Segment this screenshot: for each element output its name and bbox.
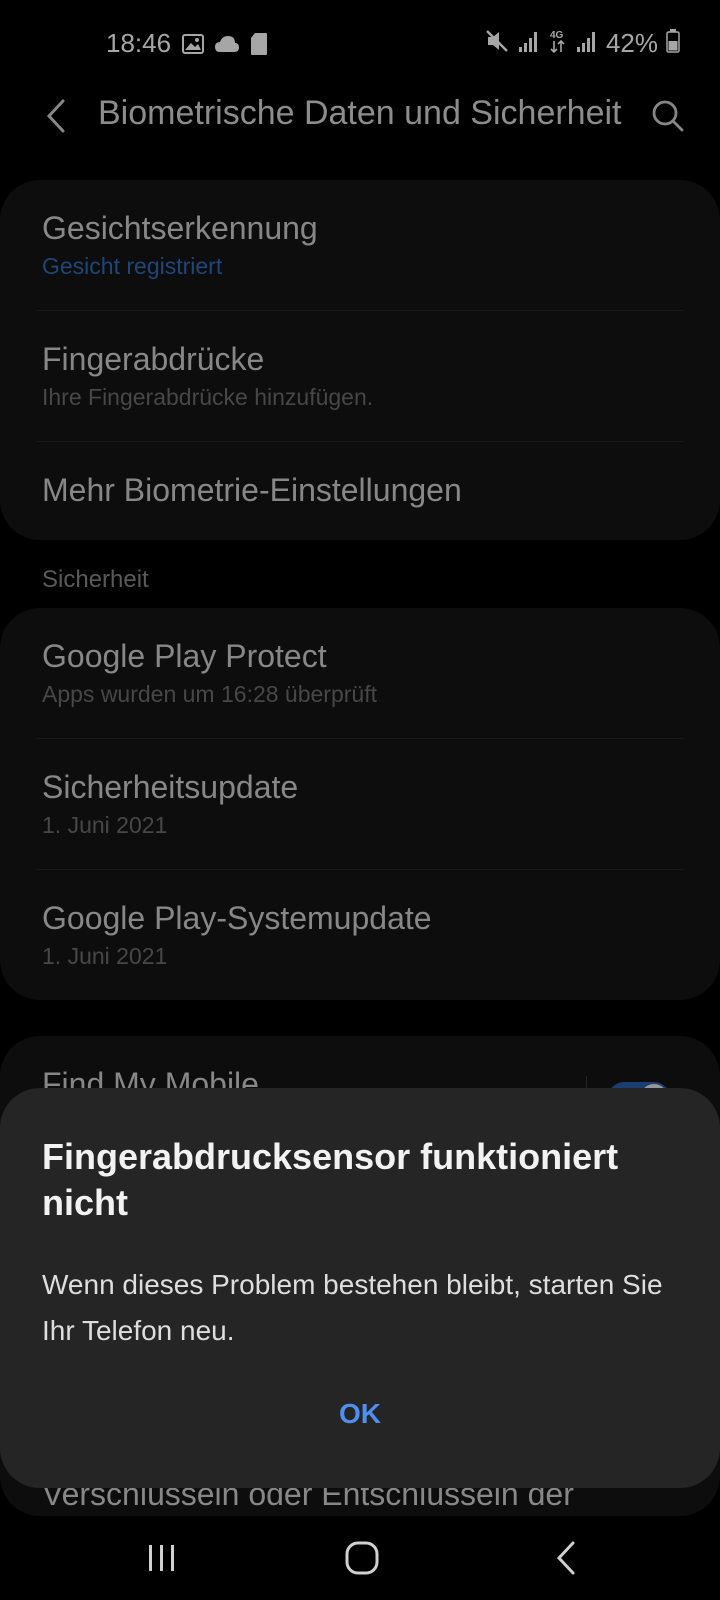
nav-back-button[interactable] [536, 1528, 596, 1588]
ok-button[interactable]: OK [310, 1388, 410, 1440]
home-icon [345, 1541, 379, 1575]
back-icon [556, 1541, 575, 1575]
recent-apps-button[interactable] [132, 1528, 192, 1588]
fingerprint-error-dialog: Fingerabdrucksensor funktioniert nicht W… [0, 1088, 720, 1488]
dialog-message: Wenn dieses Problem bestehen bleibt, sta… [42, 1269, 663, 1346]
recent-apps-icon [149, 1545, 174, 1571]
home-button[interactable] [332, 1528, 392, 1588]
dialog-title: Fingerabdrucksensor funktioniert nicht [42, 1136, 619, 1223]
navigation-bar [0, 1516, 720, 1600]
